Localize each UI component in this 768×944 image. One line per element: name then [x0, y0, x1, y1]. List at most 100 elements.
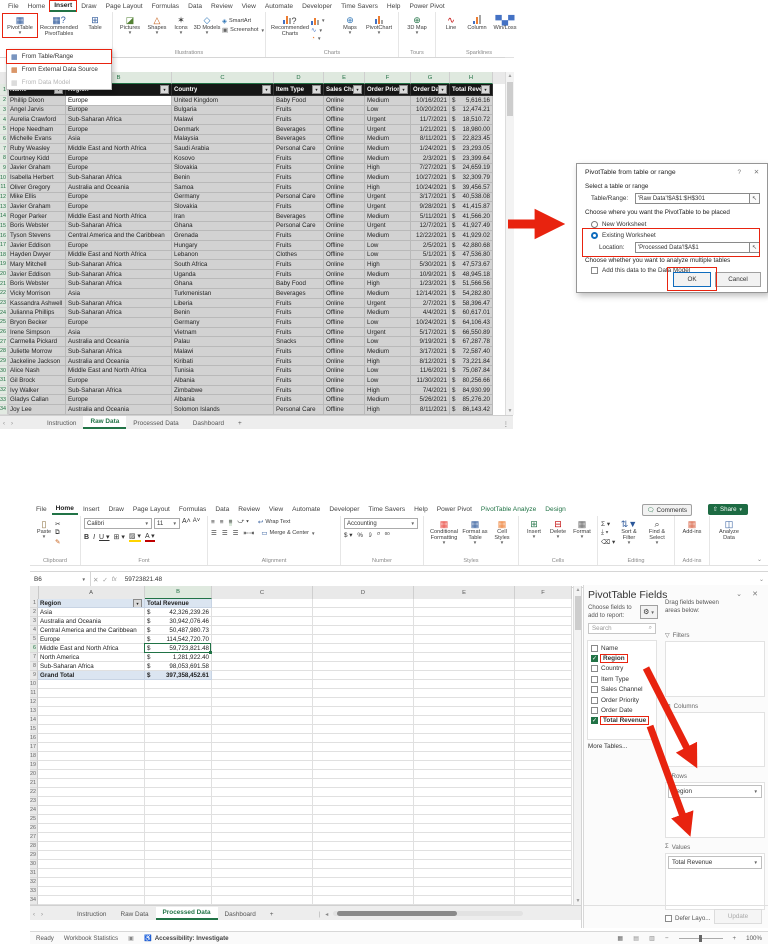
cell[interactable]: Fruits — [274, 164, 324, 174]
empty-cell[interactable] — [212, 770, 313, 779]
icons-button[interactable]: ✶ Icons▼ — [170, 14, 192, 37]
cell[interactable]: Clothes — [274, 251, 324, 261]
cell[interactable]: Kosovo — [172, 154, 274, 164]
cell[interactable]: Australia and Oceania — [66, 357, 172, 367]
field-checkbox[interactable] — [591, 686, 598, 693]
empty-cell[interactable] — [414, 779, 515, 788]
empty-cell[interactable] — [515, 797, 572, 806]
row-header[interactable]: 24 — [0, 308, 8, 318]
cell[interactable]: Vicky Morrison — [8, 289, 66, 299]
cell[interactable]: $12,474.21 — [450, 106, 493, 116]
cell[interactable]: $48,945.18 — [450, 270, 493, 280]
align-left-button[interactable]: ☰ — [211, 529, 217, 537]
empty-cell[interactable] — [145, 869, 212, 878]
cell[interactable]: Sub-Saharan Africa — [66, 347, 172, 357]
cell[interactable]: $39,456.57 — [450, 183, 493, 193]
cell[interactable]: Offline — [324, 251, 365, 261]
row-header[interactable]: 23 — [0, 299, 8, 309]
cell[interactable]: Jackeline Jackson — [8, 357, 66, 367]
cell[interactable]: Asia — [66, 328, 172, 338]
menu-tab-design[interactable]: Design — [541, 505, 570, 514]
cell[interactable]: Fruits — [274, 202, 324, 212]
menu-tab-review[interactable]: Review — [207, 2, 237, 11]
sheet-nav-right-icon[interactable]: › — [38, 910, 46, 920]
cell[interactable]: $86,143.42 — [450, 405, 493, 415]
empty-cell[interactable] — [414, 770, 515, 779]
zoom-out-icon[interactable]: − — [665, 935, 669, 942]
empty-cell[interactable] — [145, 842, 212, 851]
row-header[interactable]: 22 — [0, 289, 8, 299]
cell[interactable]: Courtney Kidd — [8, 154, 66, 164]
empty-cell[interactable] — [414, 851, 515, 860]
empty-cell[interactable] — [515, 887, 572, 896]
empty-cell[interactable] — [145, 707, 212, 716]
column-header-B[interactable]: B — [145, 586, 212, 599]
cell[interactable]: Offline — [324, 405, 365, 415]
empty-cell[interactable] — [515, 698, 572, 707]
pictures-button[interactable]: ◪ Pictures▼ — [116, 14, 144, 37]
empty-cell[interactable] — [414, 680, 515, 689]
cell[interactable]: Europe — [66, 125, 172, 135]
cell[interactable]: Offline — [324, 395, 365, 405]
menu-tab-automate[interactable]: Automate — [261, 2, 297, 11]
empty-cell[interactable] — [414, 842, 515, 851]
search-input[interactable]: Search ⌕ — [588, 623, 656, 634]
empty-cell[interactable] — [515, 689, 572, 698]
cell[interactable]: $72,587.40 — [450, 347, 493, 357]
cell[interactable]: Europe — [66, 193, 172, 203]
empty-cell[interactable] — [38, 680, 145, 689]
row-header[interactable]: 10 — [0, 173, 8, 183]
cell[interactable]: Middle East and North Africa — [66, 366, 172, 376]
empty-cell[interactable] — [414, 860, 515, 869]
cell[interactable]: 9/28/2021 — [411, 202, 450, 212]
line-sparkline-button[interactable]: ∿ Line — [439, 14, 463, 32]
menu-tab-file[interactable]: File — [4, 2, 23, 11]
empty-cell[interactable] — [145, 878, 212, 887]
header-cell[interactable]: Item Type▾ — [274, 84, 324, 96]
menu-tab-automate[interactable]: Automate — [288, 505, 324, 514]
empty-cell[interactable] — [515, 725, 572, 734]
field-item-region[interactable]: ✓Region — [588, 653, 656, 663]
row-header[interactable]: 31 — [30, 869, 38, 878]
empty-cell[interactable] — [414, 752, 515, 761]
cell[interactable]: Alice Nash — [8, 366, 66, 376]
column-header-D[interactable]: D — [274, 72, 324, 84]
row-header[interactable]: 8 — [30, 662, 38, 671]
cell[interactable]: Gil Brock — [8, 376, 66, 386]
empty-cell[interactable] — [212, 698, 313, 707]
empty-cell[interactable] — [313, 698, 414, 707]
empty-cell[interactable] — [38, 698, 145, 707]
cell[interactable]: Asia — [38, 608, 145, 617]
cell[interactable]: Aurelia Crawford — [8, 115, 66, 125]
cell[interactable]: Fruits — [274, 328, 324, 338]
cell[interactable]: Malawi — [172, 347, 274, 357]
cell[interactable] — [313, 608, 414, 617]
cell[interactable]: High — [365, 183, 411, 193]
cell[interactable]: Juliette Morrow — [8, 347, 66, 357]
empty-cell[interactable] — [38, 878, 145, 887]
empty-cell[interactable] — [515, 878, 572, 887]
cell[interactable]: Medium — [365, 395, 411, 405]
cell[interactable]: $73,221.84 — [450, 357, 493, 367]
row-header[interactable]: 32 — [30, 878, 38, 887]
empty-cell[interactable] — [212, 851, 313, 860]
cell[interactable]: Online — [324, 96, 365, 106]
cell[interactable] — [212, 662, 313, 671]
cell[interactable]: Javier Graham — [8, 164, 66, 174]
empty-cell[interactable] — [515, 788, 572, 797]
cell[interactable]: 10/24/2021 — [411, 183, 450, 193]
empty-cell[interactable] — [313, 833, 414, 842]
increase-decimal-button[interactable]: ⁰͘ — [377, 532, 380, 540]
empty-cell[interactable] — [515, 707, 572, 716]
cell[interactable]: $397,358,452.61 — [145, 671, 212, 680]
cell[interactable]: Ruby Weasley — [8, 144, 66, 154]
cell[interactable]: Boris Webster — [8, 279, 66, 289]
column-sparkline-button[interactable]: Column — [463, 14, 491, 32]
range-picker-icon[interactable]: ↖ — [749, 193, 760, 204]
cell[interactable]: Offline — [324, 289, 365, 299]
empty-cell[interactable] — [515, 851, 572, 860]
cell[interactable]: Benin — [172, 308, 274, 318]
cell[interactable] — [313, 671, 414, 680]
cell[interactable]: Offline — [324, 115, 365, 125]
zoom-level[interactable]: 100% — [746, 935, 762, 942]
